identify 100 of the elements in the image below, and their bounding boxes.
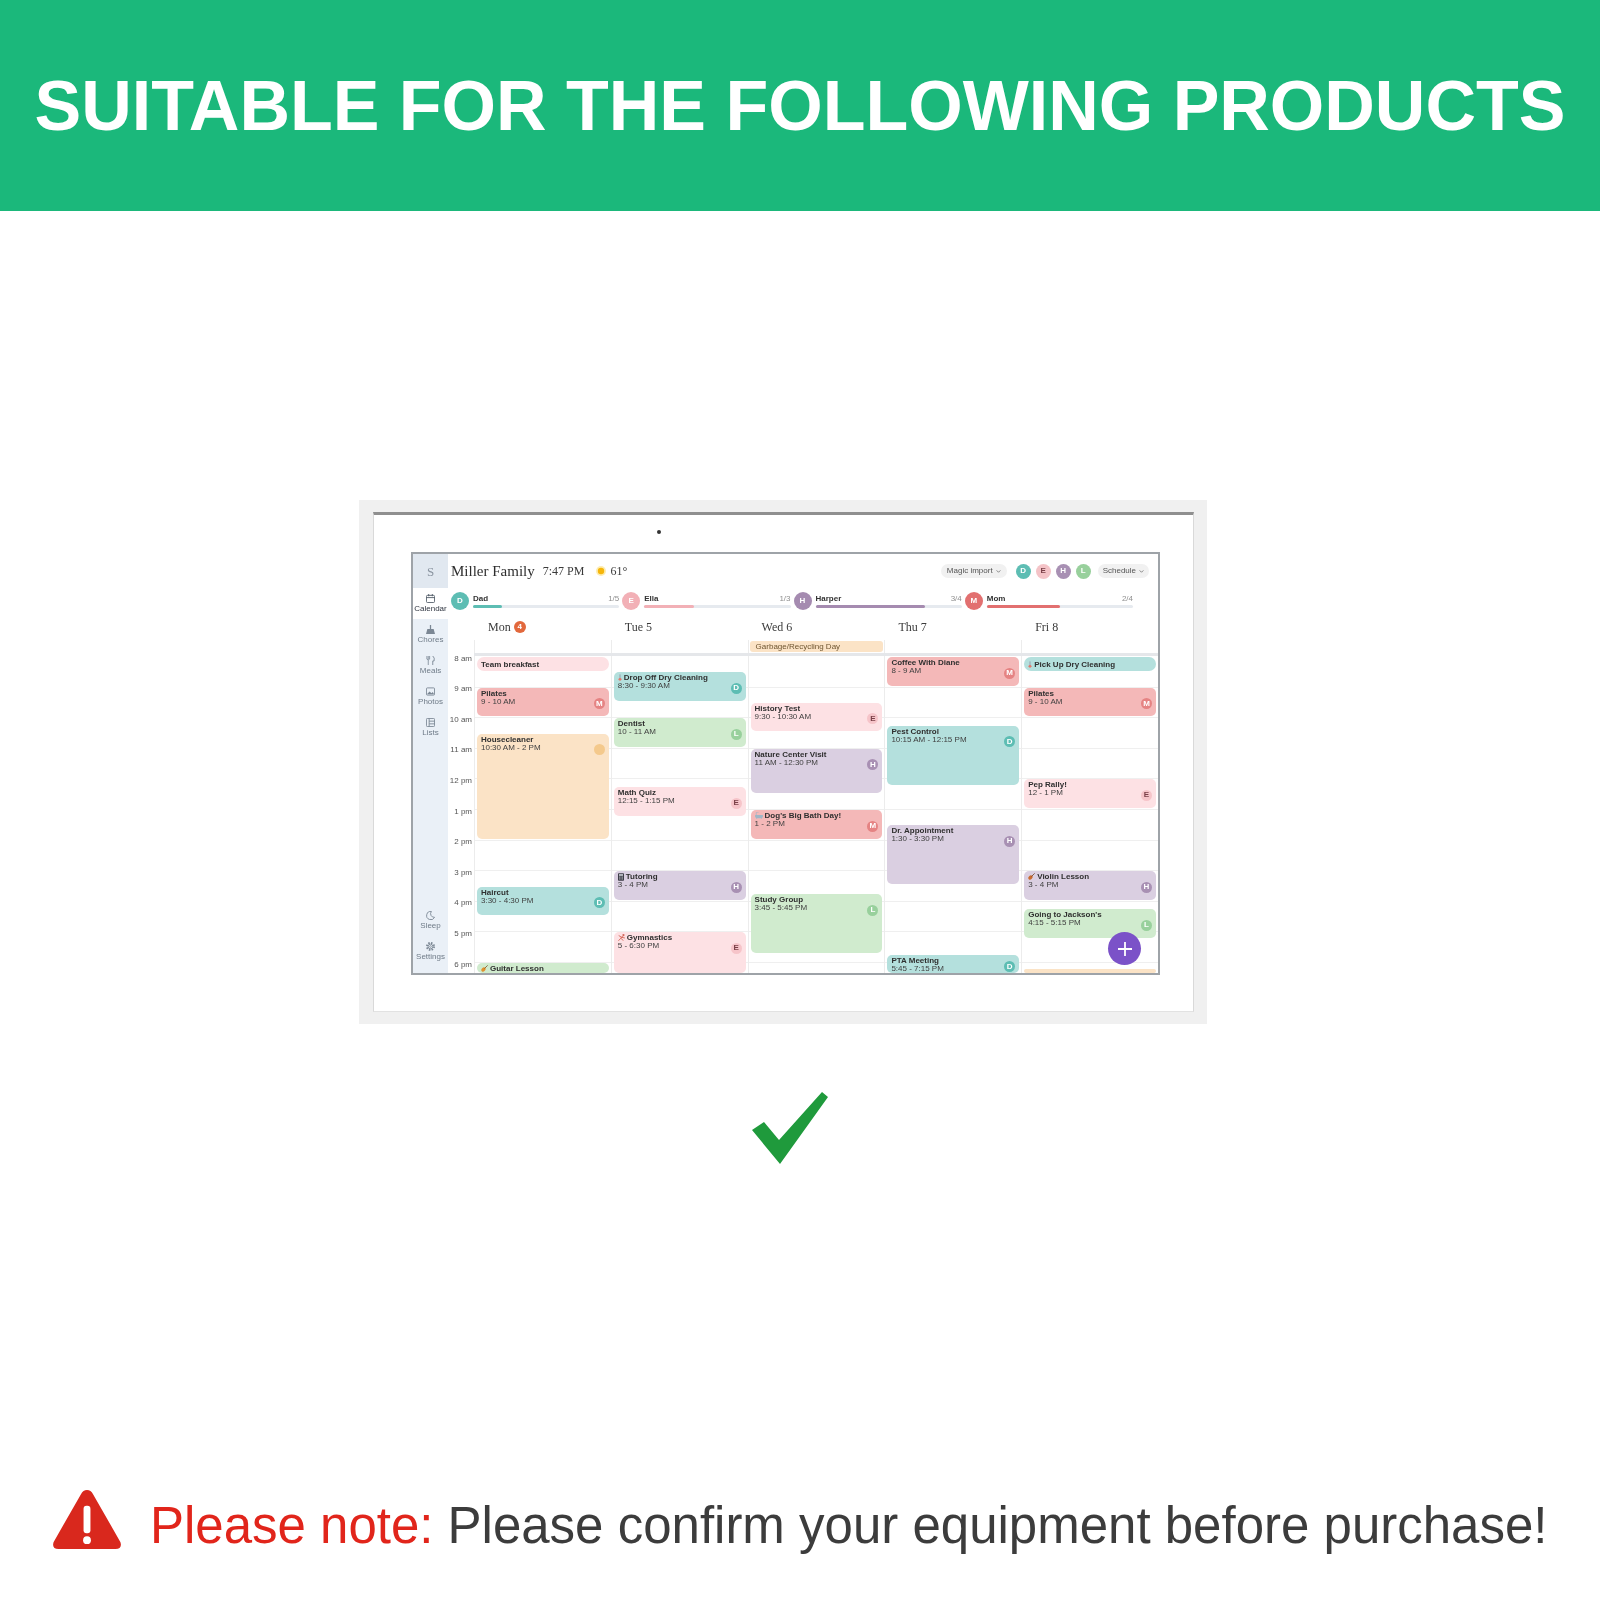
nav-item[interactable]: Chores [413, 619, 448, 650]
event-title: Haircut [481, 887, 509, 897]
owner-avatar: H [1141, 881, 1152, 893]
event-time: 3:45 - 5:45 PM [754, 904, 808, 912]
event-card[interactable]: Pep Rally! 12 - 1 PM E [1024, 779, 1156, 808]
time-label: 5 pm [454, 928, 472, 938]
all-day-event[interactable]: Garbage/Recycling Day [749, 641, 884, 652]
event-title: Pest Control [891, 726, 939, 736]
event-card[interactable]: Team breakfast [477, 657, 609, 671]
event-time: 8:30 - 9:30 AM [617, 682, 670, 690]
owner-avatar: D [1004, 961, 1016, 973]
event-title: Dentist [617, 719, 645, 729]
member-name: Mom [986, 594, 1006, 603]
owner-avatar: L [730, 728, 742, 740]
picture-icon [426, 687, 435, 696]
event-title: Going to Jackson's [1028, 910, 1102, 920]
chore-count: 3/4 [950, 594, 962, 603]
event-card[interactable]: Dentist 10 - 11 AM L [613, 718, 746, 747]
owner-avatar: E [730, 797, 742, 809]
event-time: 11 AM - 12:30 PM [754, 758, 819, 767]
member-name: Dad [473, 594, 489, 603]
event-card[interactable]: Pest Control 10:15 AM - 12:15 PM D [887, 725, 1020, 786]
nav-item[interactable]: Photos [413, 681, 448, 712]
member-avatar: M [964, 592, 983, 610]
day-label: Tue 5 [624, 621, 653, 633]
gear-icon [426, 942, 435, 951]
thermometer-icon [1028, 660, 1033, 668]
event-card[interactable]: Math Quiz 12:15 - 1:15 PM E [613, 787, 746, 816]
clock-time: 7:47 PM [542, 565, 585, 577]
event-card[interactable]: Housecleaner 10:30 AM - 2 PM [477, 733, 609, 839]
time-label: 9 am [454, 684, 472, 694]
event-title: Math Quiz [617, 788, 656, 798]
event-card[interactable]: PTA Meeting 5:45 - 7:15 PM D [887, 955, 1020, 973]
event-time: 9:30 - 10:30 AM [754, 712, 812, 721]
event-title: Study Group [754, 895, 804, 905]
owner-avatar: L [867, 904, 879, 916]
event-time: 1:30 - 3:30 PM [891, 835, 944, 843]
day-label: Fri 8 [1035, 621, 1059, 633]
nav-item[interactable]: Settings [413, 936, 448, 967]
profile-avatar[interactable]: E [1035, 563, 1051, 579]
note-label: Please note: [150, 1500, 434, 1551]
event-card[interactable]: Nature Center Visit 11 AM - 12:30 PM H [750, 748, 883, 793]
event-title: Coffee With Diane [891, 658, 960, 667]
event-time: 3 - 4 PM [617, 881, 649, 889]
member-avatar: D [451, 592, 469, 610]
event-time: 10:30 AM - 2 PM [481, 743, 541, 751]
nav-item[interactable]: Sleep [413, 905, 448, 936]
event-time: 8 - 9 AM [891, 667, 922, 675]
event-card[interactable]: History Test 9:30 - 10:30 AM E [750, 702, 883, 732]
event-card[interactable]: Pilates 9 - 10 AM M [1024, 687, 1156, 717]
import-button[interactable]: Magic import [940, 564, 1007, 578]
nav-item[interactable]: Meals [413, 650, 448, 681]
view-button[interactable]: Schedule [1097, 564, 1149, 578]
event-title: Pilates [1028, 688, 1054, 698]
chore-count: 2/4 [1121, 594, 1133, 603]
event-card[interactable]: Violin Lesson 3 - 4 PM H [1024, 871, 1156, 900]
fork-knife-icon [426, 656, 435, 665]
chevron-down-icon [995, 569, 1001, 573]
event-time: 5:45 - 7:15 PM [891, 965, 944, 973]
owner-avatar: M [593, 698, 605, 710]
member-avatar: E [622, 592, 641, 610]
event-time: 3:30 - 4:30 PM [481, 896, 534, 904]
event-time: 12:15 - 1:15 PM [617, 797, 675, 805]
time-label: 2 pm [454, 837, 472, 847]
event-card[interactable]: Pilates 9 - 10 AM M [477, 687, 609, 717]
moon-icon [426, 911, 435, 920]
event-title: Guitar Lesson [490, 963, 544, 973]
event-card[interactable]: Gymnastics 5 - 6:30 PM E [613, 932, 746, 973]
event-title: Pilates [481, 688, 507, 698]
calculator-icon [617, 872, 624, 881]
plus-icon [1117, 941, 1132, 956]
temperature: 61° [610, 565, 628, 577]
event-time: 4:15 - 5:15 PM [1028, 919, 1081, 927]
event-time: 12 - 1 PM [1028, 789, 1063, 797]
event-title: PTA Meeting [891, 956, 939, 966]
time-label: 1 pm [454, 806, 472, 816]
nav-item[interactable]: Lists [413, 712, 448, 743]
event-card[interactable]: Tutoring 3 - 4 PM H [613, 871, 746, 900]
app-logo: S [413, 554, 448, 588]
event-card[interactable]: Pick Up Dry Cleaning [1024, 657, 1156, 671]
chore-count: 1/3 [779, 594, 791, 603]
event-card[interactable]: Coffee With Diane 8 - 9 AM M [887, 657, 1020, 686]
owner-avatar: D [593, 897, 605, 908]
event-card[interactable]: Haircut 3:30 - 4:30 PM D [477, 886, 609, 916]
owner-avatar: M [1141, 698, 1152, 710]
event-card[interactable]: Dog's Big Bath Day! 1 - 2 PM M [750, 810, 883, 839]
owner-avatar: L [1141, 919, 1152, 931]
event-card[interactable]: Study Group 3:45 - 5:45 PM L [750, 894, 883, 954]
owner-avatar: H [730, 881, 742, 893]
event-card[interactable]: Dr. Appointment 1:30 - 3:30 PM H [887, 825, 1020, 885]
owner-avatar: D [1004, 736, 1016, 748]
event-card[interactable]: Guitar Lesson [477, 963, 609, 973]
sun-icon [596, 566, 607, 576]
event-title: Team breakfast [481, 659, 540, 669]
event-card[interactable]: Going to Jackson's 4:15 - 5:15 PM L [1024, 909, 1156, 939]
event-title: Pick Up Dry Cleaning [1034, 659, 1116, 669]
event-card[interactable]: Drop Off Dry Cleaning 8:30 - 9:30 AM D [613, 672, 746, 701]
nav-item[interactable]: Calendar [413, 588, 448, 619]
day-label: Mon [488, 621, 511, 633]
chore-count: 1/5 [608, 594, 620, 603]
